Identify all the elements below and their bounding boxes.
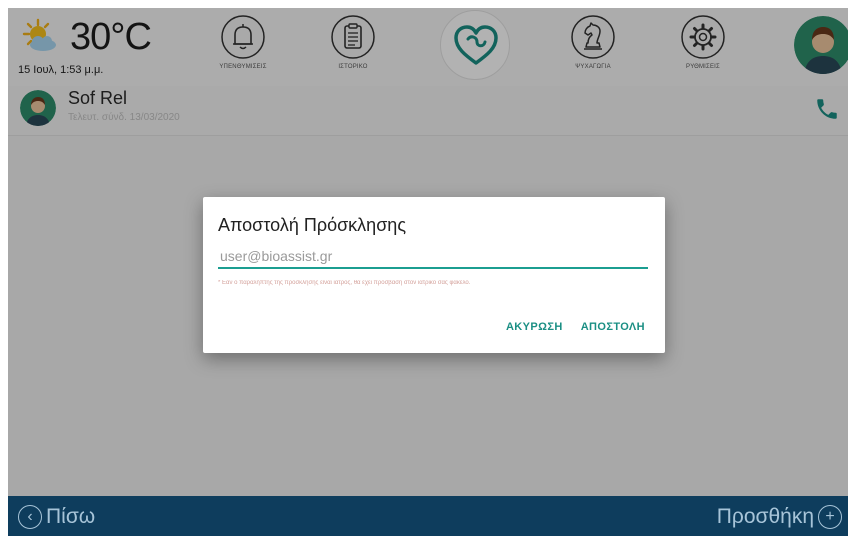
screen: 30°C 15 Ιουλ, 1:53 μ.μ. ΥΠΕΝΘΥΜΙΣΕΙΣ ΙΣΤ… [0, 0, 848, 536]
back-button[interactable]: ‹ Πίσω [18, 504, 95, 530]
back-label: Πίσω [46, 505, 96, 528]
chevron-left-icon: ‹ [18, 505, 42, 529]
send-button[interactable]: ΑΠΟΣΤΟΛΗ [581, 321, 645, 333]
dialog-title: Αποστολή Πρόσκλησης [218, 215, 406, 235]
bottom-bar: ‹ Πίσω Προσθήκη + [8, 496, 848, 536]
email-input[interactable] [218, 245, 648, 269]
add-button[interactable]: Προσθήκη + [717, 504, 842, 530]
plus-icon: + [818, 505, 842, 529]
cancel-button[interactable]: ΑΚΥΡΩΣΗ [506, 321, 563, 333]
dialog-actions: ΑΚΥΡΩΣΗ ΑΠΟΣΤΟΛΗ [506, 321, 645, 333]
add-label: Προσθήκη [716, 505, 814, 528]
invite-dialog: Αποστολή Πρόσκλησης * Εάν ο παραλήπτης τ… [203, 197, 665, 353]
dialog-note: * Εάν ο παραλήπτης της πρόσκλησης είναι … [218, 280, 471, 286]
